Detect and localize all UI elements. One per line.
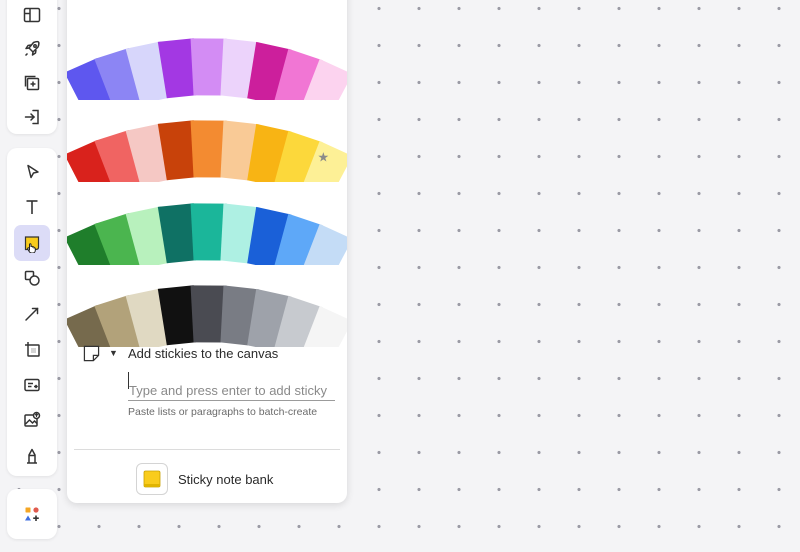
more-apps-icon [25, 507, 39, 521]
add-frame-button[interactable] [14, 66, 50, 100]
connector-line-icon [25, 307, 39, 321]
select-cursor-icon [27, 164, 39, 178]
palette-fan-4[interactable] [67, 257, 347, 347]
sticky-notes-panel: ★ ▼ Add stickies to the canvas [67, 0, 347, 503]
pen-icon [27, 448, 37, 464]
shapes-tool[interactable] [14, 261, 50, 297]
card-tool[interactable] [14, 367, 50, 403]
frame-icon [25, 342, 40, 357]
sticky-note-bank-icon [143, 470, 161, 488]
palette-fan-1[interactable] [67, 10, 347, 100]
sticky-note-icon [24, 236, 40, 253]
toolbar-bottom [7, 489, 57, 539]
panel-divider [74, 449, 340, 450]
card-icon [24, 378, 40, 391]
sticky-bank-icon-frame [136, 463, 168, 495]
panels-button[interactable] [14, 0, 50, 32]
batch-create-hint: Paste lists or paragraphs to batch-creat… [128, 406, 318, 418]
favorite-star-icon: ★ [318, 150, 330, 165]
exit-button[interactable] [14, 100, 50, 134]
add-stickies-row: ▼ Add stickies to the canvas [83, 345, 343, 368]
panel-layout-icon [23, 7, 41, 23]
palette-neutral [67, 285, 347, 347]
add-frame-icon [24, 75, 40, 91]
dropdown-caret-icon[interactable]: ▼ [109, 348, 118, 358]
connector-tool[interactable] [14, 296, 50, 332]
more-apps-button[interactable] [14, 496, 50, 532]
sticky-note-bank-button[interactable]: Sticky note bank [136, 463, 273, 495]
palette-cool [67, 203, 347, 265]
add-sticky-input[interactable] [128, 380, 335, 401]
text-tool[interactable] [14, 190, 50, 226]
pen-tool[interactable] [14, 438, 50, 474]
frame-tool[interactable] [14, 332, 50, 368]
toolbar-main [7, 148, 57, 476]
image-upload-icon [24, 412, 41, 427]
palette-fan-3[interactable] [67, 175, 347, 265]
image-upload-tool[interactable] [14, 403, 50, 439]
select-tool[interactable] [14, 154, 50, 190]
palette-purple-pink [67, 38, 347, 100]
launch-button[interactable] [14, 32, 50, 66]
exit-icon [24, 109, 39, 125]
sticky-note-tool[interactable] [14, 225, 50, 261]
sticky-note-bank-label: Sticky note bank [178, 471, 274, 487]
shapes-icon [24, 271, 40, 286]
toolbar-top [7, 0, 57, 134]
sticky-outline-icon[interactable] [83, 345, 100, 362]
text-icon [26, 200, 38, 215]
rocket-icon [24, 40, 40, 57]
palette-warm: ★ [67, 120, 347, 182]
palette-fan-2[interactable]: ★ [67, 92, 347, 182]
add-stickies-title: Add stickies to the canvas [128, 346, 279, 361]
